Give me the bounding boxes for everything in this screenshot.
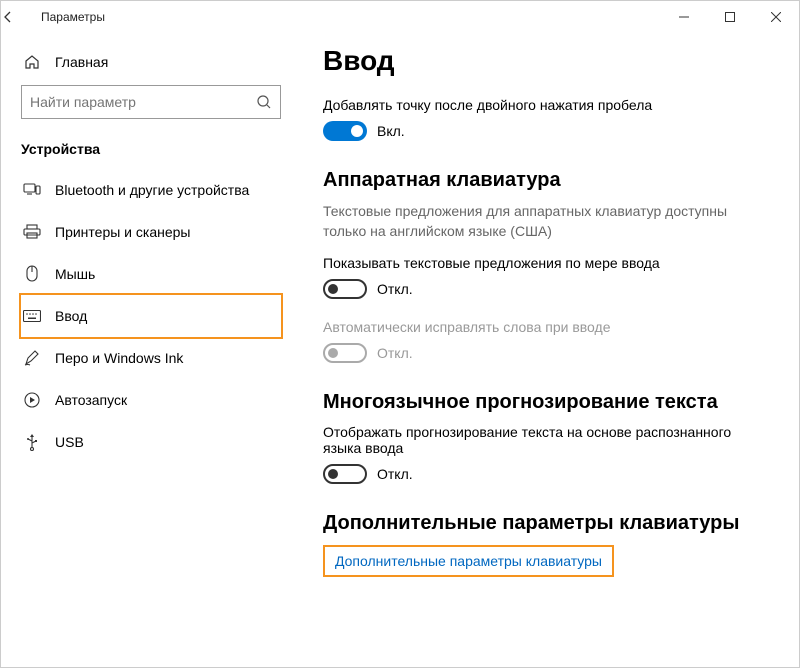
section-description: Текстовые предложения для аппаратных кла…: [323, 202, 769, 241]
section-heading-hardware: Аппаратная клавиатура: [323, 169, 769, 192]
toggle-state: Откл.: [377, 345, 413, 361]
sidebar-item-autoplay[interactable]: Автозапуск: [21, 379, 281, 421]
titlebar: Параметры: [1, 1, 799, 33]
settings-window: Параметры Главная: [0, 0, 800, 668]
setting-label: Отображать прогнозирование текста на осн…: [323, 424, 769, 456]
sidebar-item-printers[interactable]: Принтеры и сканеры: [21, 211, 281, 253]
home-nav[interactable]: Главная: [21, 43, 281, 85]
back-button[interactable]: [1, 10, 41, 24]
toggle-autocorrect: [323, 343, 367, 363]
toggle-state: Откл.: [377, 466, 413, 482]
section-heading-multilingual: Многоязычное прогнозирование текста: [323, 391, 769, 414]
sidebar-item-label: Ввод: [55, 308, 87, 324]
page-title: Ввод: [323, 45, 769, 77]
maximize-button[interactable]: [707, 1, 753, 33]
pen-icon: [23, 349, 41, 367]
usb-icon: [23, 433, 41, 451]
setting-label: Показывать текстовые предложения по мере…: [323, 255, 769, 271]
search-box[interactable]: [21, 85, 281, 119]
toggle-state: Откл.: [377, 281, 413, 297]
sidebar-item-label: Bluetooth и другие устройства: [55, 182, 249, 198]
sidebar-item-label: Автозапуск: [55, 392, 127, 408]
sidebar-item-typing[interactable]: Ввод: [21, 295, 281, 337]
setting-label: Добавлять точку после двойного нажатия п…: [323, 97, 769, 113]
sidebar: Главная Устройства Bluetooth и другие ус…: [1, 33, 301, 667]
section-heading: Устройства: [21, 141, 281, 157]
toggle-state: Вкл.: [377, 123, 405, 139]
close-button[interactable]: [753, 1, 799, 33]
toggle-double-space-period[interactable]: [323, 121, 367, 141]
sidebar-item-label: Принтеры и сканеры: [55, 224, 190, 240]
window-title: Параметры: [41, 10, 105, 24]
sidebar-item-usb[interactable]: USB: [21, 421, 281, 463]
sidebar-item-pen[interactable]: Перо и Windows Ink: [21, 337, 281, 379]
autoplay-icon: [23, 392, 41, 408]
sidebar-item-mouse[interactable]: Мышь: [21, 253, 281, 295]
search-icon: [256, 94, 272, 110]
printer-icon: [23, 224, 41, 240]
mouse-icon: [23, 265, 41, 283]
home-label: Главная: [55, 54, 108, 70]
section-heading-advanced: Дополнительные параметры клавиатуры: [323, 512, 769, 535]
setting-label: Автоматически исправлять слова при вводе: [323, 319, 769, 335]
sidebar-item-label: Перо и Windows Ink: [55, 350, 183, 366]
sidebar-item-label: Мышь: [55, 266, 95, 282]
content-area: Ввод Добавлять точку после двойного нажа…: [301, 33, 799, 667]
devices-icon: [23, 183, 41, 197]
advanced-keyboard-link-highlight: Дополнительные параметры клавиатуры: [323, 545, 614, 577]
toggle-multilingual-prediction[interactable]: [323, 464, 367, 484]
keyboard-icon: [23, 310, 41, 322]
sidebar-item-label: USB: [55, 434, 84, 450]
minimize-button[interactable]: [661, 1, 707, 33]
sidebar-item-bluetooth[interactable]: Bluetooth и другие устройства: [21, 169, 281, 211]
search-input[interactable]: [30, 94, 256, 110]
toggle-text-suggestions[interactable]: [323, 279, 367, 299]
home-icon: [23, 53, 41, 71]
advanced-keyboard-link[interactable]: Дополнительные параметры клавиатуры: [335, 553, 602, 569]
